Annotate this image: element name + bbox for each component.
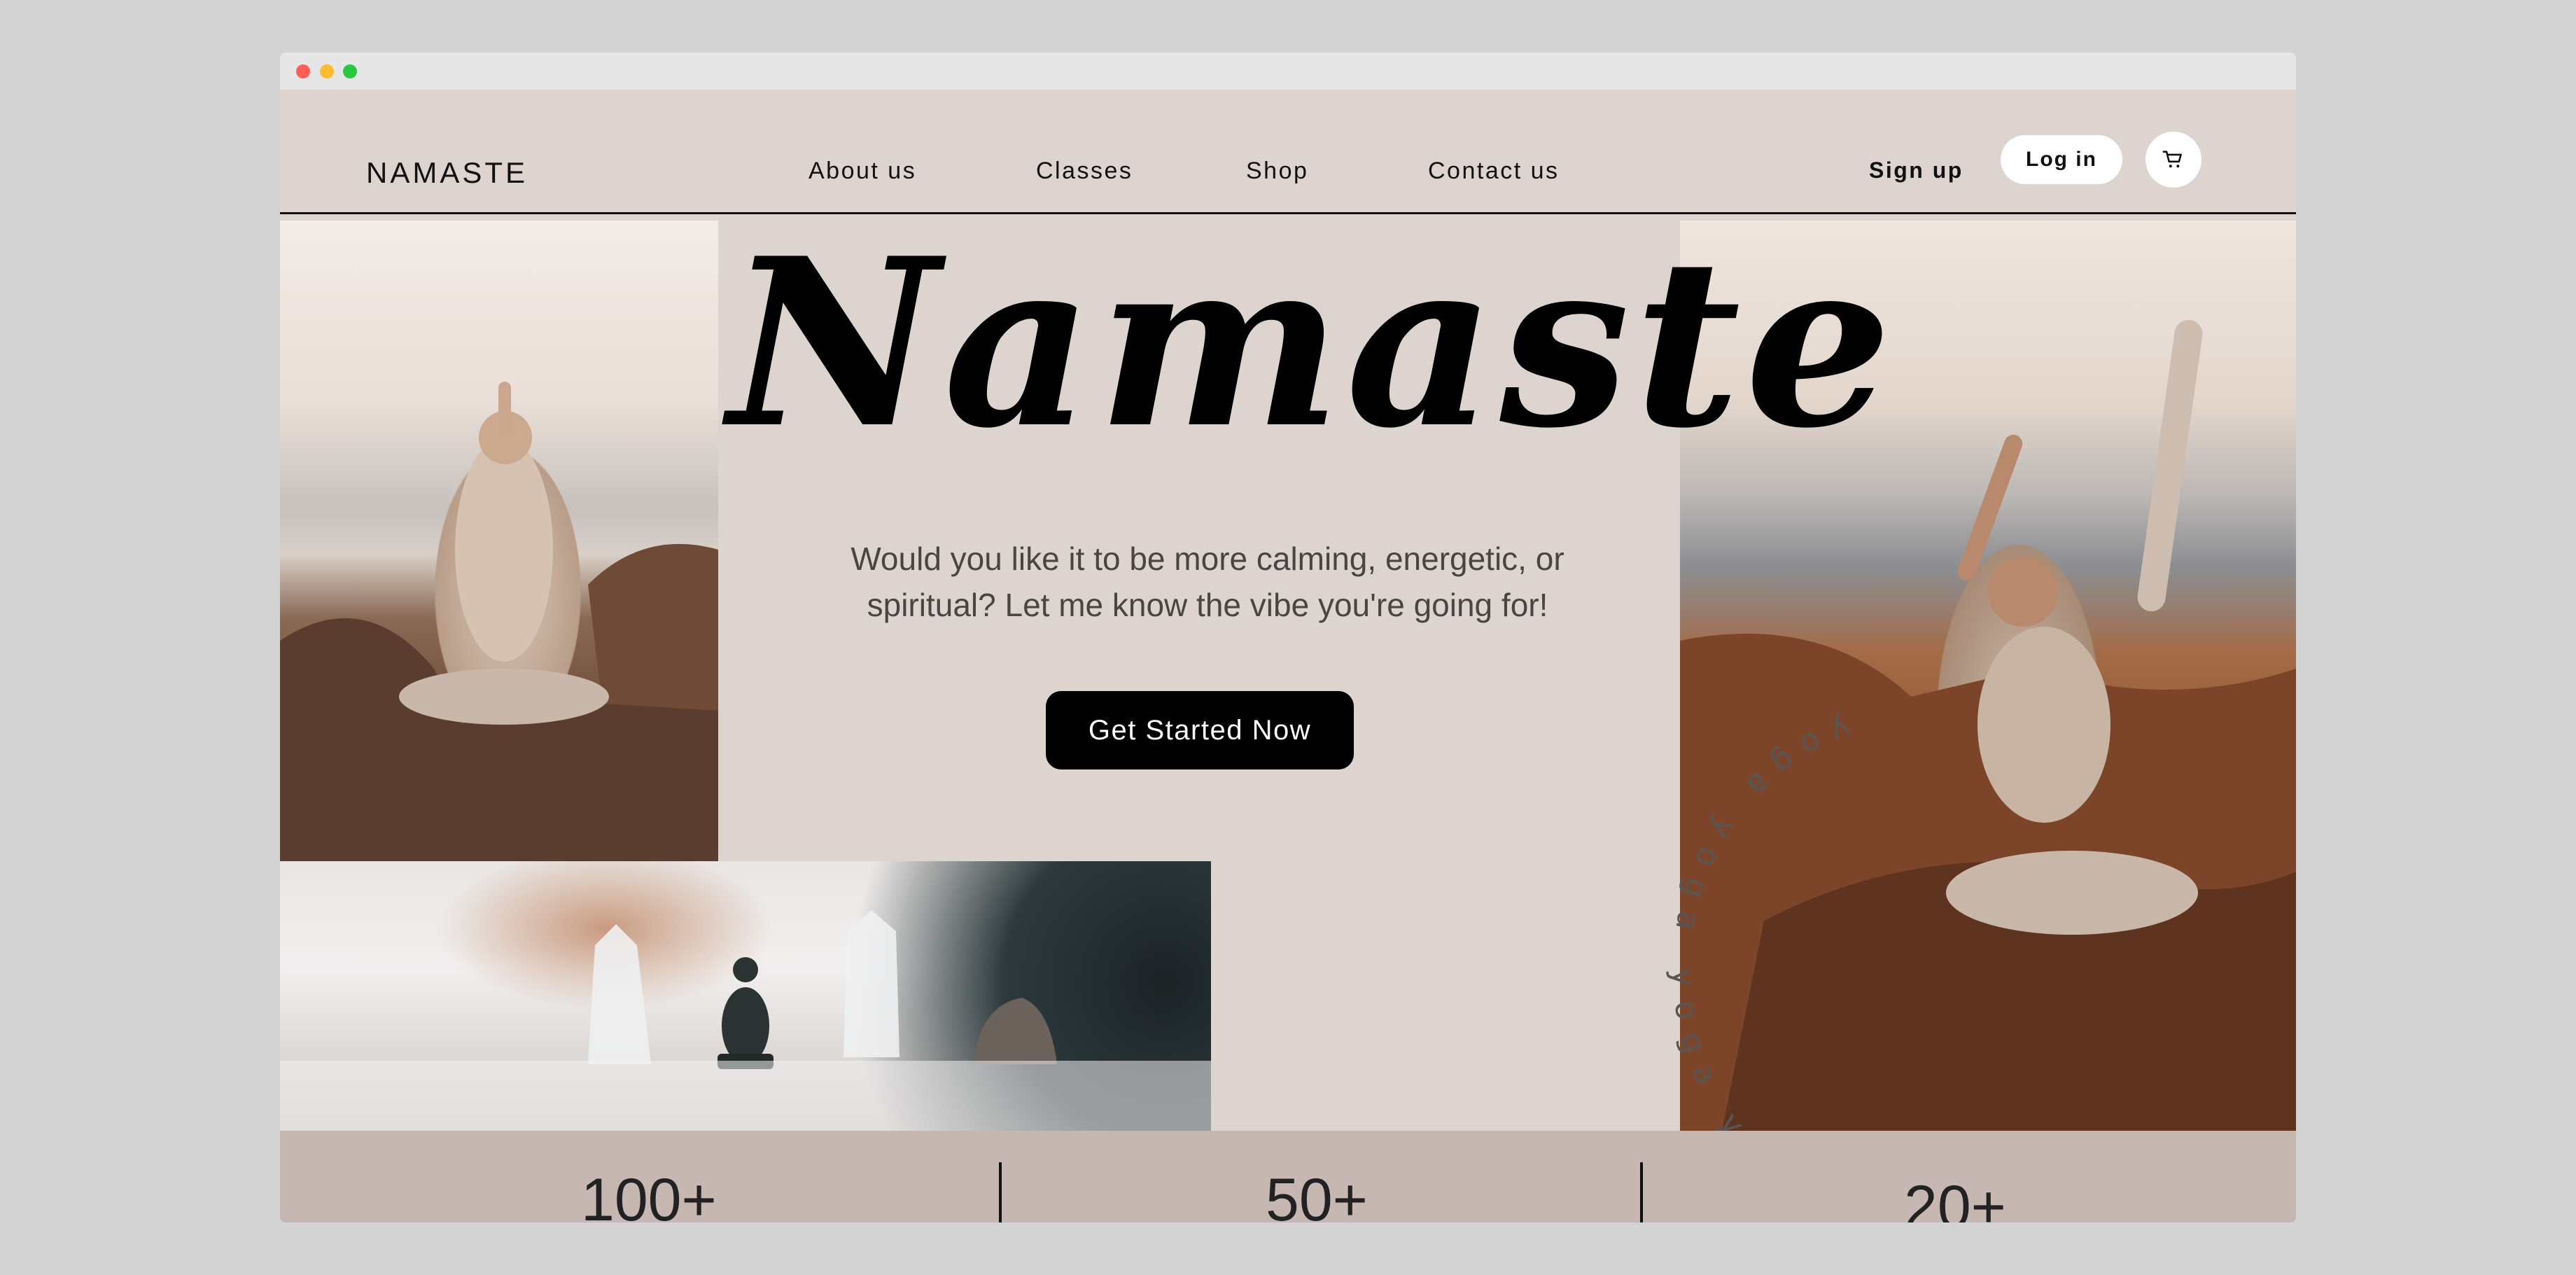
close-window-button[interactable] <box>296 64 310 78</box>
minimize-window-button[interactable] <box>320 64 334 78</box>
stats-divider <box>1640 1162 1643 1222</box>
meditation-photo <box>280 221 718 861</box>
top-navbar <box>280 90 2296 214</box>
nav-link-about[interactable]: About us <box>808 158 916 185</box>
nav-link-classes[interactable]: Classes <box>1036 158 1133 185</box>
stat-classes: 100+ <box>581 1166 717 1222</box>
nav-link-contact[interactable]: Contact us <box>1428 158 1560 185</box>
crystals-photo <box>280 861 1211 1131</box>
nav-link-shop[interactable]: Shop <box>1246 158 1308 185</box>
stat-years: 20+ <box>1904 1173 2006 1222</box>
browser-window: NAMASTE About us Classes Shop Contact us… <box>280 53 2296 1222</box>
log-in-button[interactable]: Log in <box>2001 135 2122 184</box>
title-bar <box>280 53 2296 90</box>
stats-divider <box>999 1162 1002 1222</box>
cart-button[interactable] <box>2146 132 2202 188</box>
stat-teachers: 50+ <box>1266 1166 1368 1222</box>
sign-up-link[interactable]: Sign up <box>1869 158 1963 183</box>
maximize-window-button[interactable] <box>343 64 357 78</box>
hero-subtitle-line-2: spiritual? Let me know the vibe you're g… <box>867 587 1548 623</box>
site-logo[interactable]: NAMASTE <box>366 156 528 190</box>
hero-title: Namaste <box>728 207 1896 479</box>
hero-subtitle-line-1: Would you like it to be more calming, en… <box>850 541 1564 577</box>
hero-subtitle: Would you like it to be more calming, en… <box>805 536 1610 628</box>
cart-icon <box>2162 151 2182 168</box>
get-started-button[interactable]: Get Started Now <box>1046 691 1354 769</box>
